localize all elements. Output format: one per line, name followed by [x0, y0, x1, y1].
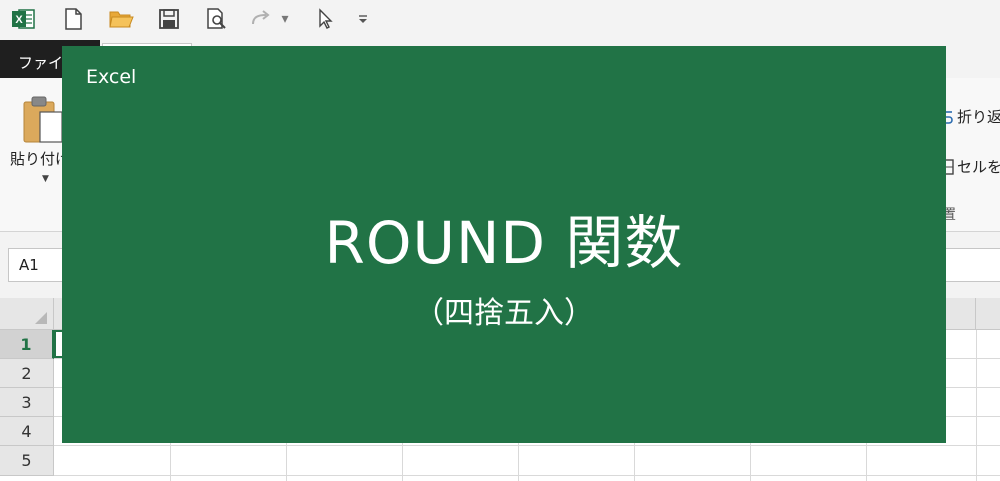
column-header[interactable] — [976, 298, 1000, 330]
wrap-text-label[interactable]: 折り返 — [957, 106, 1000, 127]
select-all-corner[interactable] — [0, 298, 54, 330]
quick-access-toolbar: X ▾ — [0, 0, 1000, 40]
row-header[interactable]: 4 — [0, 417, 54, 446]
print-preview-icon[interactable] — [202, 4, 232, 34]
paste-icon[interactable] — [22, 94, 64, 144]
paste-dropdown-icon[interactable]: ▼ — [42, 174, 49, 184]
redo-dropdown-icon[interactable]: ▾ — [278, 6, 292, 32]
card-subtitle: （四捨五入） — [414, 296, 594, 331]
redo-icon[interactable] — [246, 4, 276, 34]
pointer-icon[interactable] — [310, 4, 340, 34]
grid-line — [54, 445, 1000, 446]
merge-cells-label[interactable]: セルを — [957, 156, 1000, 177]
open-folder-icon[interactable] — [106, 4, 136, 34]
customize-icon[interactable] — [356, 6, 370, 32]
row-header[interactable]: 2 — [0, 359, 54, 388]
title-card: Excel ROUND 関数 （四捨五入） — [62, 46, 946, 443]
excel-logo-icon: X — [8, 4, 38, 34]
card-app-name: Excel — [86, 66, 137, 88]
card-title: ROUND 関数 — [324, 209, 684, 277]
row-header[interactable]: 3 — [0, 388, 54, 417]
row-header[interactable]: 5 — [0, 446, 54, 476]
grid-line — [976, 330, 977, 481]
new-file-icon[interactable] — [58, 4, 88, 34]
save-icon[interactable] — [154, 4, 184, 34]
paste-label[interactable]: 貼り付け — [10, 148, 70, 169]
svg-text:X: X — [15, 14, 23, 26]
row-header[interactable]: 1 — [0, 330, 54, 359]
grid-line — [54, 475, 1000, 476]
